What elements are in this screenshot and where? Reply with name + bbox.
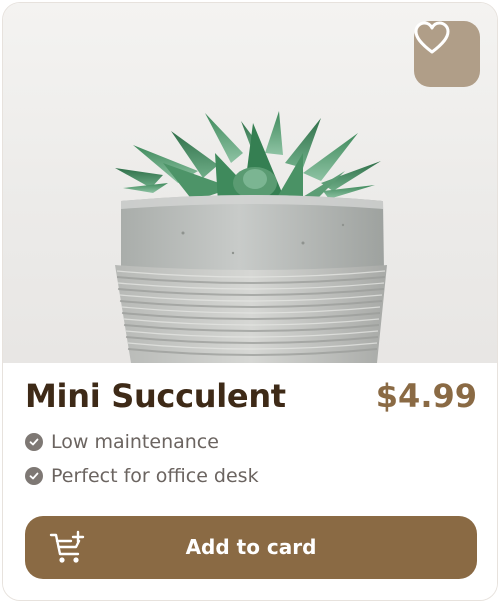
add-to-cart-button[interactable]: Add to card (25, 516, 477, 579)
product-info: Mini Succulent $4.99 Low maintenance Per… (3, 363, 497, 600)
favorite-button[interactable] (414, 21, 480, 87)
feature-item: Low maintenance (25, 431, 219, 453)
product-price: $4.99 (375, 377, 477, 415)
product-card: Mini Succulent $4.99 Low maintenance Per… (2, 2, 498, 601)
product-name: Mini Succulent (25, 377, 286, 415)
feature-label: Perfect for office desk (51, 465, 259, 487)
product-image (3, 3, 497, 363)
check-circle-icon (25, 433, 43, 451)
feature-item: Perfect for office desk (25, 465, 259, 487)
add-to-cart-label: Add to card (185, 535, 317, 559)
heart-icon (414, 21, 450, 54)
check-circle-icon (25, 467, 43, 485)
feature-label: Low maintenance (51, 431, 219, 453)
